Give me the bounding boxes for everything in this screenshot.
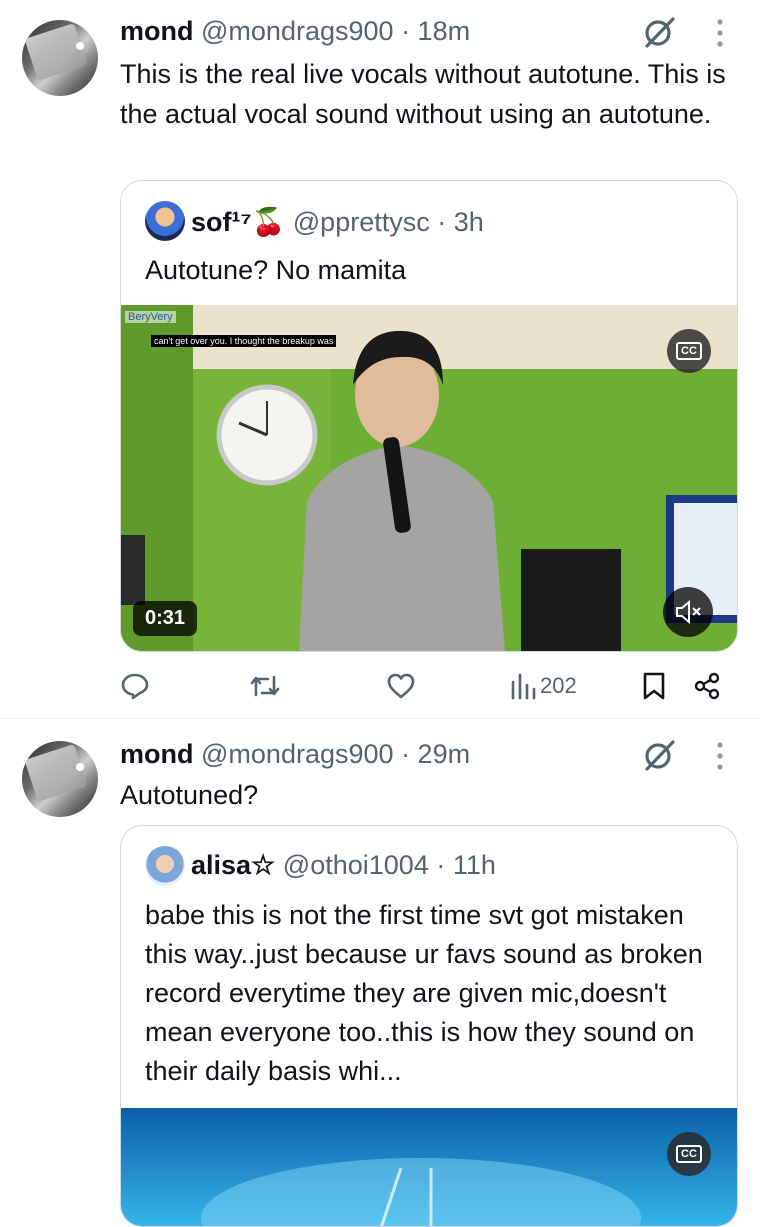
timestamp[interactable]: · 18m <box>401 16 470 46</box>
quoted-avatar[interactable] <box>145 846 185 886</box>
like-icon <box>387 673 415 699</box>
cc-label: CC <box>676 1145 702 1163</box>
quoted-display-name: sof¹⁷🍒 <box>191 207 286 237</box>
reply-button[interactable] <box>120 666 150 706</box>
tweet-text: Autotuned? <box>120 780 259 810</box>
quoted-tweet[interactable]: sof¹⁷🍒 @pprettysc · 3h Autotune? No mami… <box>120 180 738 652</box>
tweet-header: mond @mondrags900 · 18m <box>120 14 470 48</box>
retweet-icon <box>250 675 280 697</box>
views-button[interactable]: 202 <box>508 666 577 706</box>
timestamp[interactable]: · 29m <box>401 739 470 769</box>
grok-icon[interactable] <box>642 739 676 773</box>
mute-icon[interactable] <box>663 587 713 637</box>
tweet-text: This is the real live vocals without aut… <box>120 59 726 129</box>
quoted-handle: @othoi1004 <box>282 850 429 880</box>
bookmark-icon <box>643 672 665 700</box>
bookmark-button[interactable] <box>640 666 668 706</box>
quoted-timestamp: · 11h <box>436 850 496 880</box>
user-handle[interactable]: @mondrags900 <box>201 739 394 769</box>
like-button[interactable] <box>386 666 416 706</box>
views-icon <box>511 673 536 700</box>
grok-icon[interactable] <box>642 16 676 50</box>
quoted-display-name: alisa☆ <box>191 850 276 880</box>
share-button[interactable] <box>692 666 722 706</box>
video-player[interactable]: BeryVery can't get over you. I thought t… <box>121 305 737 651</box>
quoted-header: sof¹⁷🍒 @pprettysc · 3h <box>191 205 484 239</box>
video-frame <box>121 305 737 651</box>
quoted-text: babe this is not the first time svt got … <box>145 900 703 1086</box>
quoted-avatar[interactable] <box>145 201 185 241</box>
views-count: 202 <box>540 673 577 698</box>
quoted-tweet[interactable]: alisa☆ @othoi1004 · 11h babe this is not… <box>120 825 738 1227</box>
quoted-handle: @pprettysc <box>292 207 430 237</box>
avatar[interactable] <box>22 741 98 817</box>
share-icon <box>694 672 720 700</box>
display-name[interactable]: mond <box>120 739 194 769</box>
reply-icon <box>121 673 149 700</box>
video-player[interactable]: CC <box>121 1108 737 1226</box>
quoted-timestamp: · 3h <box>437 207 484 237</box>
video-subtitle: can't get over you. I thought the breaku… <box>151 335 337 347</box>
video-duration: 0:31 <box>133 601 198 636</box>
cc-icon[interactable]: CC <box>667 329 711 373</box>
user-handle[interactable]: @mondrags900 <box>201 16 394 46</box>
more-icon[interactable] <box>710 16 730 50</box>
tweet-actions: 202 <box>120 666 740 706</box>
tweet-1[interactable]: mond @mondrags900 · 18m This is the real… <box>0 0 760 718</box>
avatar[interactable] <box>22 20 98 96</box>
cc-label: CC <box>676 342 702 360</box>
quoted-header: alisa☆ @othoi1004 · 11h <box>191 848 496 882</box>
retweet-button[interactable] <box>248 666 282 706</box>
video-frame <box>121 1108 737 1226</box>
cc-icon[interactable]: CC <box>667 1132 711 1176</box>
tweet-2[interactable]: mond @mondrags900 · 29m Autotuned? alisa… <box>0 719 760 1227</box>
tweet-header: mond @mondrags900 · 29m <box>120 737 470 771</box>
video-watermark: BeryVery <box>125 311 176 323</box>
display-name[interactable]: mond <box>120 16 194 46</box>
quoted-text: Autotune? No mamita <box>145 255 407 285</box>
more-icon[interactable] <box>710 739 730 773</box>
